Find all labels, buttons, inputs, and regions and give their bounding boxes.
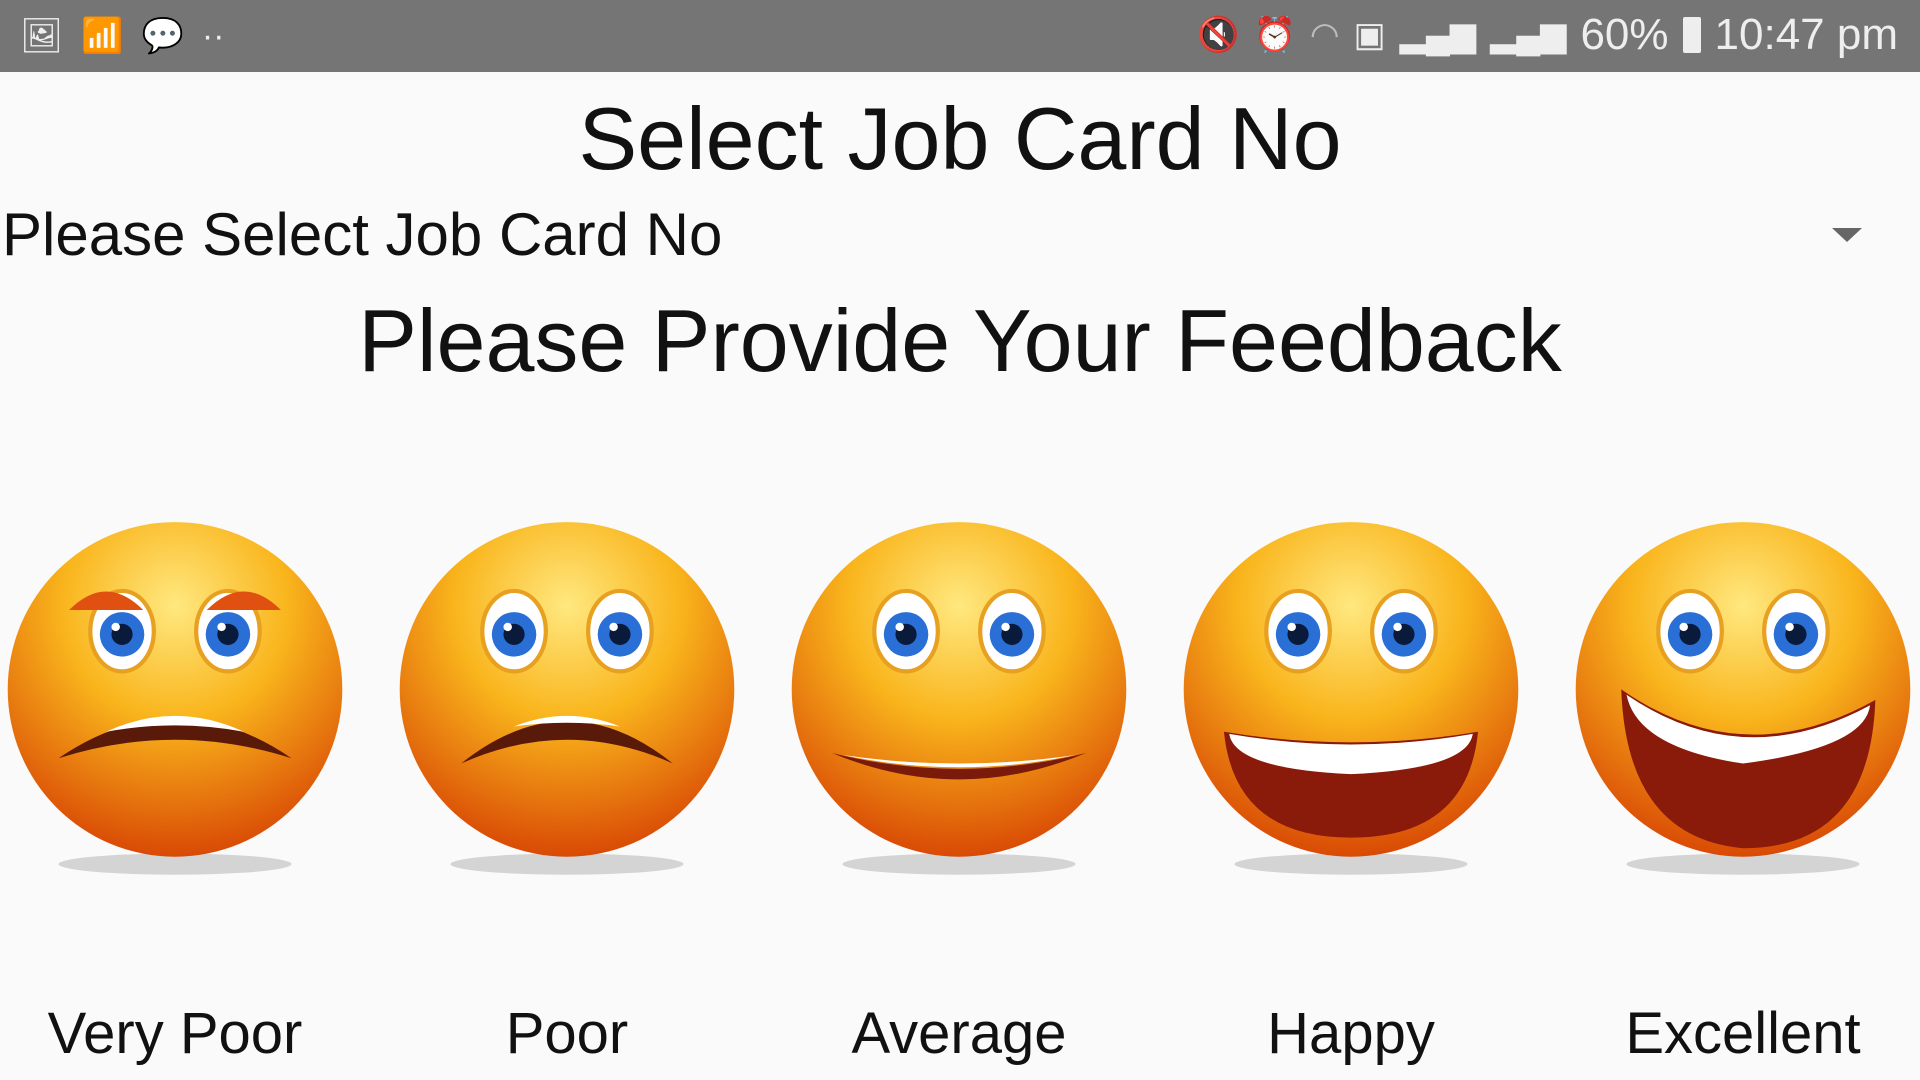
dropdown-arrow-icon[interactable] <box>1832 228 1862 242</box>
emoji-poor-icon[interactable] <box>397 520 737 880</box>
emoji-excellent-icon[interactable] <box>1573 520 1913 880</box>
page-title: Select Job Card No <box>578 89 1342 188</box>
status-bar: 🖼 📶 💬 ·· 🔇 ⏰ ◠ ▣ ▂▄▆ ▂▄▆ 60% 10:47 pm <box>0 0 1920 72</box>
feedback-label: Happy <box>1267 1001 1435 1066</box>
battery-percent: 60% <box>1580 10 1669 59</box>
battery-icon <box>1682 17 1701 53</box>
feedback-label: Average <box>851 1001 1067 1066</box>
feedback-title: Please Provide Your Feedback <box>358 291 1562 390</box>
feedback-option-average[interactable]: Average <box>789 520 1129 1080</box>
feedback-label: Very Poor <box>47 1001 303 1066</box>
feedback-option-very-poor[interactable]: Very Poor <box>5 520 345 1080</box>
wifi-secure-icon: 📶 <box>81 17 124 55</box>
emoji-happy-icon[interactable] <box>1181 520 1521 880</box>
more-dots-icon: ·· <box>201 16 225 55</box>
dropdown-value: Please Select Job Card No <box>2 201 723 268</box>
feedback-option-poor[interactable]: Poor <box>397 520 737 1080</box>
feedback-label: Excellent <box>1625 1001 1861 1066</box>
clock: 10:47 pm <box>1714 10 1898 59</box>
alarm-icon: ⏰ <box>1253 16 1296 54</box>
feedback-label: Poor <box>505 1001 629 1066</box>
emoji-average-icon[interactable] <box>789 520 1129 880</box>
wifi-icon: ◠ <box>1309 16 1340 54</box>
signal-icon: ▂▄▆ <box>1399 16 1477 54</box>
signal-icon: ▂▄▆ <box>1490 16 1567 54</box>
messenger-icon: 💬 <box>141 17 184 55</box>
job-card-dropdown[interactable]: Please Select Job Card No <box>0 200 1920 280</box>
feedback-option-happy[interactable]: Happy <box>1181 520 1521 1080</box>
emoji-very-poor-icon[interactable] <box>5 520 345 880</box>
feedback-option-excellent[interactable]: Excellent <box>1573 520 1913 1080</box>
mute-icon: 🔇 <box>1197 16 1240 54</box>
gallery-icon: 🖼 <box>20 17 64 55</box>
sim-icon: ▣ <box>1353 16 1386 54</box>
